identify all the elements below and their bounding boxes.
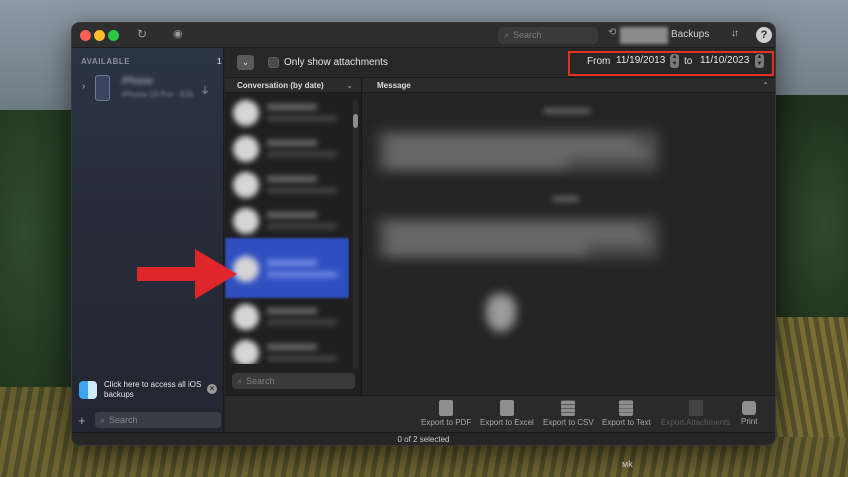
pointer-cursor-icon	[486, 294, 516, 332]
only-attachments-checkbox[interactable]	[268, 57, 279, 68]
filter-toolbar: ⌄ Only show attachments From 11/19/2013 …	[225, 48, 775, 78]
close-window-button[interactable]	[80, 30, 91, 41]
chevron-down-icon[interactable]: ⌄	[346, 78, 353, 93]
redacted-device-name	[620, 27, 668, 44]
history-icon[interactable]: ⟲	[608, 27, 616, 38]
print-icon	[742, 401, 757, 415]
zoom-window-button[interactable]	[108, 30, 119, 41]
from-date-field[interactable]: 11/19/2013	[616, 55, 665, 66]
export-excel-button[interactable]: Export to Excel	[480, 400, 534, 427]
status-bar: 0 of 2 selected	[72, 432, 775, 445]
available-section-title: AVAILABLE	[81, 57, 131, 66]
conversation-scrollbar[interactable]	[353, 100, 358, 370]
list-item[interactable]	[225, 166, 349, 202]
conversation-list	[225, 94, 349, 364]
eye-icon[interactable]: ◉	[173, 27, 183, 40]
red-arrow-annotation	[137, 249, 237, 299]
chevron-up-icon[interactable]: ⌃	[762, 78, 769, 93]
only-attachments-label[interactable]: Only show attachments	[284, 57, 388, 68]
search-icon: ⌕	[237, 376, 243, 386]
ios-backups-promo[interactable]: Click here to access all iOS backups ×	[78, 377, 222, 409]
device-subtitle: iPhone 13 Pro · iOS	[122, 90, 194, 99]
promo-text[interactable]: Click here to access all iOS backups	[104, 380, 204, 400]
sidebar-search-input[interactable]: ⌕ Search	[95, 412, 221, 428]
to-label: to	[684, 56, 693, 67]
usb-icon: ⏚	[200, 86, 210, 97]
to-date-field[interactable]: 11/10/2023	[700, 55, 749, 66]
from-date-stepper[interactable]: ▲ ▼	[670, 54, 679, 68]
export-toolbar: Export to PDF Export to Excel Export to …	[225, 395, 775, 432]
sidebar: AVAILABLE 1 › iPhone iPhone 13 Pro · iOS…	[72, 48, 224, 432]
list-item[interactable]	[225, 298, 349, 334]
titlebar: ↻ ◉ ⌕ Search ⟲ Backups ↓↑ ?	[72, 23, 775, 48]
list-item[interactable]	[225, 334, 349, 364]
message-body	[363, 94, 775, 394]
search-icon: ⌕	[504, 30, 510, 40]
csv-icon	[561, 400, 576, 416]
minimize-window-button[interactable]	[94, 30, 105, 41]
conversation-panel: Conversation (by date) ⌄ ⌕ Search	[225, 78, 362, 395]
message-timestamp	[544, 108, 590, 114]
top-search-input[interactable]: ⌕ Search	[498, 27, 598, 44]
message-bubble[interactable]	[377, 217, 659, 259]
search-icon: ⌕	[100, 415, 106, 425]
export-text-button[interactable]: Export to Text	[602, 400, 651, 427]
scroll-thumb[interactable]	[353, 114, 358, 128]
export-pdf-button[interactable]: Export to PDF	[421, 400, 471, 427]
list-item-selected[interactable]	[225, 238, 349, 298]
chevron-down-icon[interactable]: ⌄	[237, 55, 254, 70]
message-bubble[interactable]	[377, 130, 659, 172]
close-icon[interactable]: ×	[207, 384, 217, 394]
finder-icon	[79, 381, 97, 399]
message-timestamp	[553, 196, 579, 202]
export-csv-button[interactable]: Export to CSV	[543, 400, 594, 427]
watermark-logo: ᴍk	[622, 459, 633, 469]
conversation-column-header[interactable]: Conversation (by date) ⌄	[225, 78, 361, 93]
list-item[interactable]	[225, 130, 349, 166]
list-item[interactable]	[225, 202, 349, 238]
backups-label[interactable]: Backups	[671, 29, 709, 40]
to-date-stepper[interactable]: ▲ ▼	[755, 54, 764, 68]
desktop-vineyard-right	[768, 317, 848, 437]
from-label: From	[587, 56, 611, 67]
desktop-forest-right	[768, 95, 848, 355]
help-button[interactable]: ?	[756, 27, 772, 43]
conversation-search-input[interactable]: ⌕ Search	[232, 373, 355, 389]
pdf-icon	[439, 400, 454, 416]
excel-icon	[499, 400, 514, 416]
print-button[interactable]: Print	[741, 400, 757, 426]
list-item[interactable]	[225, 94, 349, 130]
attachment-icon	[688, 400, 703, 416]
available-count: 1	[217, 57, 222, 66]
add-button[interactable]: +	[78, 413, 86, 428]
message-column-header[interactable]: Message ⌃	[363, 78, 775, 93]
sort-icon[interactable]: ↓↑	[731, 28, 739, 39]
export-attachments-button[interactable]: Export Attachments	[661, 400, 730, 427]
desktop-forest-left	[0, 110, 80, 410]
app-window: ↻ ◉ ⌕ Search ⟲ Backups ↓↑ ? AVAILABLE 1 ›…	[71, 22, 776, 446]
message-panel: Message ⌃	[363, 78, 775, 395]
chevron-right-icon[interactable]: ›	[82, 81, 85, 92]
device-name[interactable]: iPhone	[122, 76, 153, 87]
refresh-icon[interactable]: ↻	[137, 27, 147, 41]
text-icon	[619, 400, 634, 416]
iphone-icon	[95, 75, 110, 101]
